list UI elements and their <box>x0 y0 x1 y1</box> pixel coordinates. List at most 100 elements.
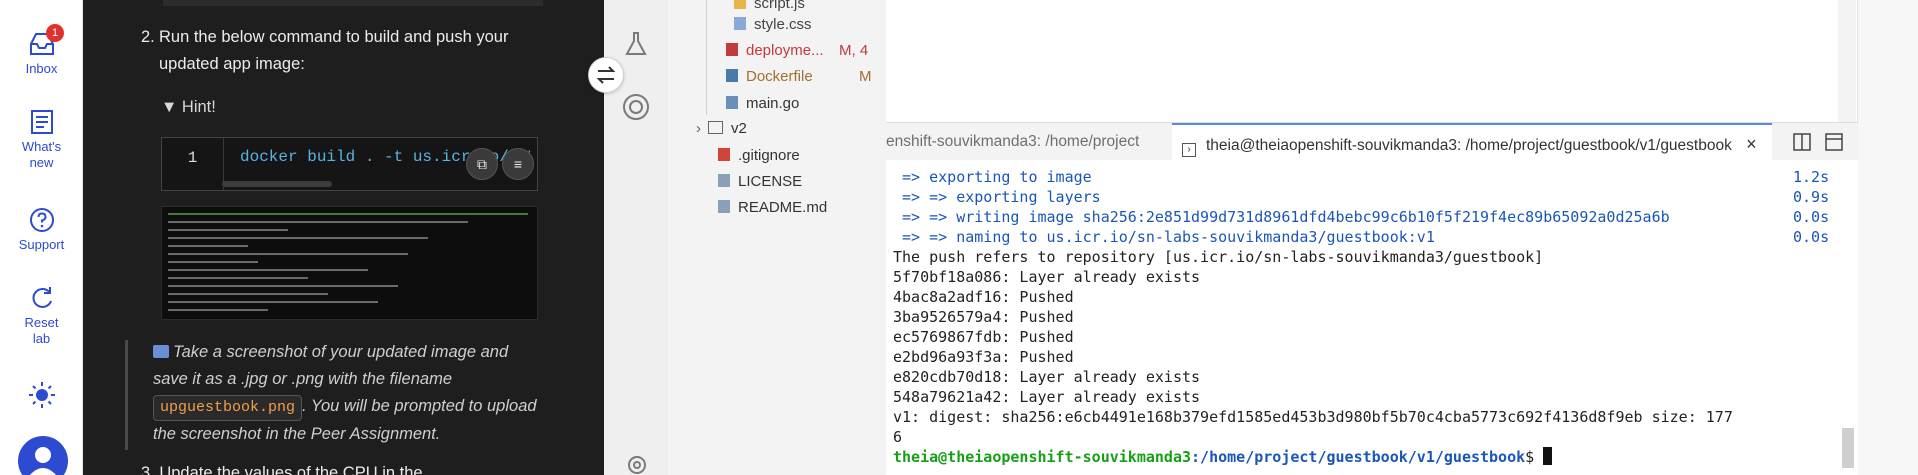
terminal-cursor <box>1543 447 1553 465</box>
markdown-icon <box>718 200 730 213</box>
whats-new-label-2: new <box>29 155 54 170</box>
code-block: 1 docker build . -t us.icr.io/$MY_NA ⧉ ≡ <box>161 137 538 191</box>
file-script-js[interactable]: script.js <box>734 0 805 14</box>
build-time: 0.0s <box>1793 208 1830 226</box>
reset-lab-button[interactable]: Reset lab <box>0 284 83 347</box>
file-explorer: script.js style.css deployme... M, 4 Doc… <box>668 0 886 475</box>
reset-label-1: Reset <box>24 315 59 330</box>
go-file-icon <box>726 96 738 109</box>
terminal-scrollbar[interactable] <box>1842 428 1854 468</box>
help-icon <box>29 208 54 232</box>
hint-toggle[interactable]: ▼ Hint! <box>161 98 216 117</box>
previous-block-edge <box>163 0 543 6</box>
step-number: 2. <box>141 28 155 46</box>
build-time: 0.0s <box>1793 228 1830 246</box>
editor-area[interactable] <box>886 0 1858 122</box>
inbox-label: Inbox <box>25 61 58 76</box>
file-name: LICENSE <box>738 173 803 190</box>
chevron-right-icon: › <box>696 120 701 137</box>
copy-icon: ⧉ <box>477 156 487 172</box>
build-line: => => exporting layers <box>893 188 1101 206</box>
openshift-icon[interactable] <box>621 92 651 122</box>
toggle-panel-icon[interactable] <box>1825 133 1843 151</box>
folder-v2[interactable]: › v2 <box>696 119 747 139</box>
execute-code-button[interactable]: ≡ <box>502 148 534 180</box>
next-step-text: 3. Update the values of the CPU in the <box>141 464 423 475</box>
user-icon <box>29 447 57 475</box>
editor-scrollbar[interactable] <box>1838 0 1856 122</box>
file-license[interactable]: LICENSE <box>718 172 802 192</box>
output-line: The push refers to repository [us.icr.io… <box>893 248 1544 266</box>
output-line: 5f70bf18a086: Layer already exists <box>893 268 1201 286</box>
close-tab-icon[interactable]: × <box>1746 134 1757 154</box>
terminal-output[interactable]: => exporting to image 1.2s => => exporti… <box>886 160 1858 475</box>
inbox-button[interactable]: 1 Inbox <box>0 24 83 77</box>
code-scrollbar[interactable] <box>222 181 332 187</box>
file-gitignore[interactable]: .gitignore <box>718 146 800 166</box>
right-margin <box>1858 0 1918 475</box>
prompt-symbol: $ <box>1525 448 1544 466</box>
refresh-icon <box>32 287 52 308</box>
output-line: 548a79621a42: Layer already exists <box>893 388 1201 406</box>
flask-icon[interactable] <box>624 30 648 58</box>
folder-icon <box>708 121 723 134</box>
build-time: 1.2s <box>1793 168 1830 186</box>
tab-label: enshift-souvikmanda3: /home/project <box>886 133 1140 150</box>
file-main-go[interactable]: main.go <box>726 94 799 114</box>
support-label: Support <box>18 237 65 252</box>
left-rail: 1 Inbox What's new Support Reset lab <box>0 0 83 475</box>
terminal-tab-guestbook[interactable]: › theia@theiaopenshift-souvikmanda3: /hom… <box>1172 123 1772 161</box>
yaml-file-icon <box>726 43 738 56</box>
build-line: => => writing image sha256:2e851d99d731d… <box>893 208 1670 226</box>
split-terminal-icon[interactable] <box>1793 133 1811 151</box>
js-file-icon <box>734 0 746 9</box>
whats-new-label-1: What's <box>21 139 62 154</box>
output-line: 3ba9526579a4: Pushed <box>893 308 1074 326</box>
settings-gear-icon[interactable] <box>624 452 650 475</box>
step-text: Run the below command to build and push … <box>159 28 509 73</box>
file-readme[interactable]: README.md <box>718 198 827 218</box>
copy-code-button[interactable]: ⧉ <box>466 148 498 180</box>
theme-toggle-button[interactable] <box>0 380 83 413</box>
instructions-panel: 2. Run the below command to build and pu… <box>83 0 604 475</box>
file-name: script.js <box>754 0 805 12</box>
support-button[interactable]: Support <box>0 206 83 253</box>
terminal-icon: ≡ <box>513 156 523 172</box>
build-time: 0.9s <box>1793 188 1830 206</box>
output-line: 4bac8a2adf16: Pushed <box>893 288 1074 306</box>
filename-code: upguestbook.png <box>153 395 303 421</box>
git-icon <box>718 148 730 161</box>
output-line: v1: digest: sha256:e6cb4491e168b379efd15… <box>893 408 1733 426</box>
file-deployment[interactable]: deployme... <box>726 41 824 61</box>
sun-icon <box>28 382 55 408</box>
text-file-icon <box>718 174 730 187</box>
terminal-tab-bar: enshift-souvikmanda3: /home/project › the… <box>886 122 1858 161</box>
file-style-css[interactable]: style.css <box>734 15 812 35</box>
file-status-dockerfile: M <box>859 68 872 85</box>
terminal-tab-project[interactable]: enshift-souvikmanda3: /home/project <box>886 123 1171 161</box>
file-name: style.css <box>754 16 812 33</box>
file-name: .gitignore <box>738 147 800 164</box>
code-line-number: 1 <box>162 138 224 190</box>
reset-label-2: lab <box>32 331 51 346</box>
shell-prompt: theia@theiaopenshift-souvikmanda3:/home/… <box>893 447 1553 467</box>
app-root: 1 Inbox What's new Support Reset lab 2. … <box>0 0 1918 475</box>
screenshot-thumbnail[interactable] <box>161 206 538 320</box>
output-line: e2bd96a93f3a: Pushed <box>893 348 1074 366</box>
docker-icon <box>726 69 738 82</box>
newspaper-icon <box>30 110 53 134</box>
file-dockerfile[interactable]: Dockerfile <box>726 67 813 87</box>
file-name: main.go <box>746 95 800 112</box>
note-border <box>125 340 128 450</box>
user-avatar-button[interactable] <box>18 436 68 475</box>
file-name: deployme... <box>746 42 824 59</box>
swap-panels-button[interactable] <box>588 57 624 93</box>
whats-new-button[interactable]: What's new <box>0 108 83 171</box>
file-name: README.md <box>738 199 828 216</box>
note-text-1: Take a screenshot of your updated image … <box>153 343 509 388</box>
inbox-badge: 1 <box>46 24 64 42</box>
prompt-path: :/home/project/guestbook/v1/guestbook <box>1191 448 1526 466</box>
screenshot-note: Take a screenshot of your updated image … <box>153 339 543 448</box>
build-line: => => naming to us.icr.io/sn-labs-souvik… <box>893 228 1435 246</box>
folder-name: v2 <box>731 120 747 137</box>
